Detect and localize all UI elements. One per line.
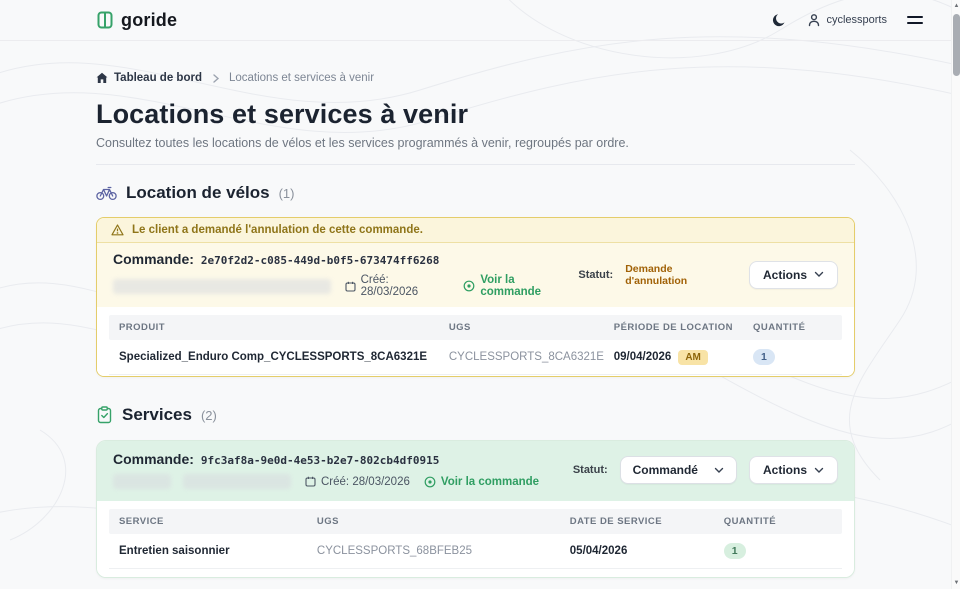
top-bar: goride cyclessports xyxy=(0,0,951,41)
actions-button[interactable]: Actions xyxy=(749,261,838,289)
order-created-date: Créé: 28/03/2026 xyxy=(305,476,410,488)
status-select[interactable]: Commandé xyxy=(620,456,737,484)
view-order-link[interactable]: Voir la commande xyxy=(424,476,539,488)
page-title: Locations et services à venir xyxy=(96,99,855,130)
eye-icon xyxy=(424,476,436,488)
order-created-date: Créé: 28/03/2026 xyxy=(345,274,450,298)
user-icon xyxy=(807,13,821,27)
col-quantite: Quantité xyxy=(743,315,842,340)
rental-table-header-row: Produit UGS Période de location Quantité xyxy=(109,315,842,340)
col-date-service: Date de service xyxy=(560,509,714,534)
cancellation-warning-banner: Le client a demandé l'annulation de cett… xyxy=(97,218,854,243)
rental-order-card: Le client a demandé l'annulation de cett… xyxy=(96,217,855,377)
order-id: 9fc3af8a-9e0d-4e53-b2e7-802cb4df0915 xyxy=(201,454,439,467)
quantity-badge: 1 xyxy=(724,543,746,559)
breadcrumb-home-link[interactable]: Tableau de bord xyxy=(96,72,202,84)
rental-items-table: Produit UGS Période de location Quantité… xyxy=(97,307,854,376)
service-table-row: Entretien saisonnier CYCLESSPORTS_68BFEB… xyxy=(109,534,842,569)
hamburger-menu-icon[interactable] xyxy=(907,16,923,24)
divider xyxy=(96,164,855,165)
service-sku: CYCLESSPORTS_68BFEB25 xyxy=(307,534,560,568)
chevron-down-icon xyxy=(814,271,824,278)
redacted-customer-last-name xyxy=(183,474,291,489)
home-icon xyxy=(96,72,108,84)
chevron-down-icon xyxy=(814,467,824,474)
view-order-label: Voir la commande xyxy=(480,274,578,298)
chevron-down-icon xyxy=(714,467,724,474)
user-name: cyclessports xyxy=(826,14,887,26)
status-value: Demande d'annulation xyxy=(625,263,737,287)
product-name: Specialized_Enduro Comp_CYCLESSPORTS_8CA… xyxy=(109,340,439,374)
service-table-header-row: Service UGS Date de service Quantité xyxy=(109,509,842,534)
product-sku: CYCLESSPORTS_8CA6321E xyxy=(439,340,604,374)
service-order-header: Commande: 9fc3af8a-9e0d-4e53-b2e7-802cb4… xyxy=(97,441,854,501)
calendar-icon xyxy=(345,281,356,292)
bicycle-icon xyxy=(96,185,117,201)
col-produit: Produit xyxy=(109,315,439,340)
order-id: 2e70f2d2-c085-449d-b0f5-673474ff6268 xyxy=(201,254,439,267)
breadcrumb: Tableau de bord Locations et services à … xyxy=(96,72,855,84)
breadcrumb-home-label: Tableau de bord xyxy=(114,72,202,84)
clipboard-check-icon xyxy=(96,406,113,424)
scrollbar-down-arrow[interactable]: ▼ xyxy=(952,580,960,586)
scrollbar-thumb[interactable] xyxy=(953,14,960,76)
view-order-link[interactable]: Voir la commande xyxy=(463,274,578,298)
col-ugs: UGS xyxy=(307,509,560,534)
col-service: Service xyxy=(109,509,307,534)
section-rentals-count: (1) xyxy=(279,186,295,201)
service-name: Entretien saisonnier xyxy=(109,534,307,568)
col-quantite: Quantité xyxy=(714,509,842,534)
section-rentals-header: Location de vélos (1) xyxy=(96,183,855,203)
period-am-badge: AM xyxy=(678,350,708,365)
service-order-card: Commande: 9fc3af8a-9e0d-4e53-b2e7-802cb4… xyxy=(96,440,855,578)
view-order-label: Voir la commande xyxy=(441,476,539,488)
scrollbar-up-arrow[interactable]: ▲ xyxy=(952,3,960,9)
warning-triangle-icon xyxy=(111,224,124,236)
calendar-icon xyxy=(305,476,316,487)
redacted-customer-first-name xyxy=(113,474,171,489)
actions-label: Actions xyxy=(763,463,807,477)
actions-button[interactable]: Actions xyxy=(749,456,838,484)
section-services-count: (2) xyxy=(201,408,217,423)
status-selected-value: Commandé xyxy=(633,463,698,477)
dark-mode-moon-icon[interactable] xyxy=(772,13,787,28)
rental-date: 09/04/2026 xyxy=(614,351,672,363)
service-items-table: Service UGS Date de service Quantité Ent… xyxy=(97,501,854,577)
user-menu[interactable]: cyclessports xyxy=(807,13,887,27)
section-services-title: Services xyxy=(122,405,192,425)
section-services-header: Services (2) xyxy=(96,405,855,425)
page-subtitle: Consultez toutes les locations de vélos … xyxy=(96,136,855,150)
col-periode: Période de location xyxy=(604,315,743,340)
section-rentals-title: Location de vélos xyxy=(126,183,270,203)
col-ugs: UGS xyxy=(439,315,604,340)
order-label: Commande: xyxy=(113,451,194,467)
redacted-customer-name xyxy=(113,279,331,294)
service-date: 05/04/2026 xyxy=(560,534,714,568)
rental-table-row: Specialized_Enduro Comp_CYCLESSPORTS_8CA… xyxy=(109,340,842,375)
created-label: Créé: 28/03/2026 xyxy=(321,476,410,488)
rental-order-header: Commande: 2e70f2d2-c085-449d-b0f5-673474… xyxy=(97,243,854,307)
app-logo[interactable]: goride xyxy=(96,10,177,31)
quantity-badge: 1 xyxy=(753,349,775,365)
status-label: Statut: xyxy=(573,464,608,476)
goride-logo-icon xyxy=(96,11,114,29)
actions-label: Actions xyxy=(763,268,807,282)
status-label: Statut: xyxy=(578,269,613,281)
vertical-scrollbar[interactable]: ▲ ▼ xyxy=(951,0,960,589)
order-label: Commande: xyxy=(113,251,194,267)
warning-text: Le client a demandé l'annulation de cett… xyxy=(132,224,423,236)
eye-icon xyxy=(463,280,475,292)
chevron-right-icon xyxy=(211,74,220,83)
breadcrumb-current: Locations et services à venir xyxy=(229,72,374,84)
logo-text: goride xyxy=(121,10,177,31)
created-label: Créé: 28/03/2026 xyxy=(361,274,450,298)
